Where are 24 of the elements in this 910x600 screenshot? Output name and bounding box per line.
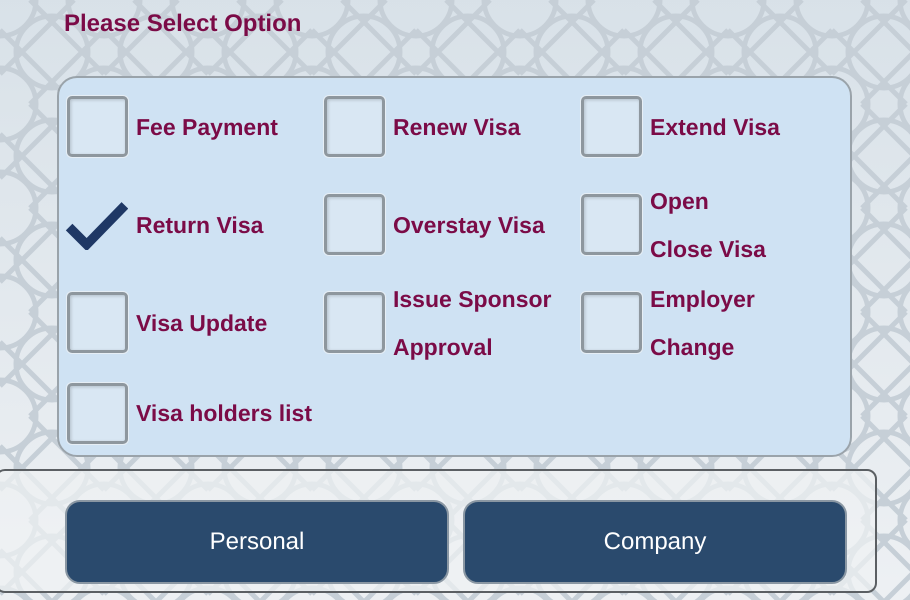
option-label[interactable]: Employer Change [650,274,755,370]
checkbox[interactable] [67,292,128,353]
action-button[interactable]: Personal [65,500,449,584]
checkbox[interactable] [65,200,128,250]
checkbox[interactable] [67,382,128,444]
action-button[interactable]: Company [463,500,847,584]
option-label[interactable]: Fee Payment [136,102,278,150]
checkbox[interactable] [581,292,642,353]
option-label[interactable]: Renew Visa [393,102,520,150]
option-label[interactable]: Visa holders list [136,389,312,437]
checkbox[interactable] [67,96,128,157]
page-title: Please Select Option [63,9,302,39]
checkbox[interactable] [581,194,642,255]
option-label[interactable]: Visa Update [136,298,268,346]
checkmark-icon [65,200,128,250]
option-label[interactable]: Overstay Visa [393,200,545,248]
option-label[interactable]: Extend Visa [650,102,780,150]
option-label[interactable]: Issue Sponsor Approval [393,274,552,370]
option-label[interactable]: Return Visa [136,200,264,248]
checkbox[interactable] [581,96,642,157]
checkbox[interactable] [324,292,385,353]
checkbox[interactable] [324,194,385,255]
checkbox[interactable] [324,96,385,157]
option-label[interactable]: Open Close Visa [650,176,766,272]
